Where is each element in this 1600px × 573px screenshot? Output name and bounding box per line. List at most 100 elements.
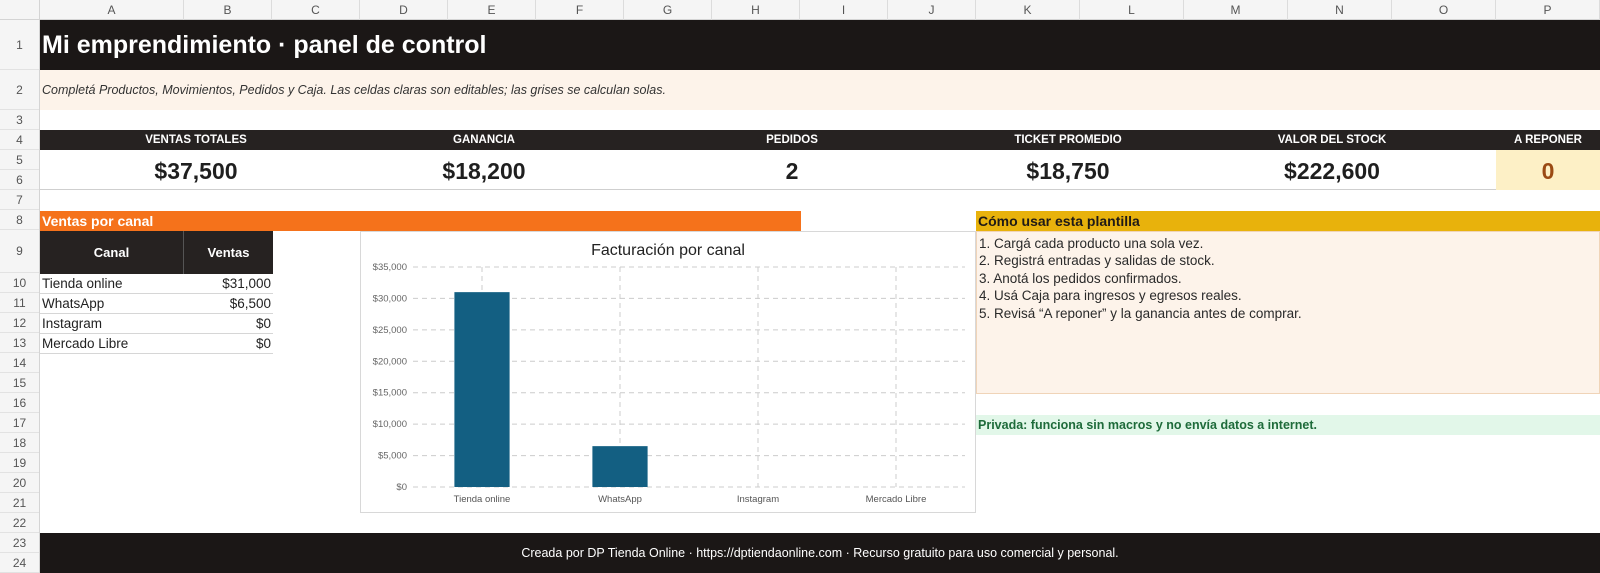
y-tick-label: $35,000 (373, 262, 407, 273)
row-header-3[interactable]: 3 (0, 110, 39, 130)
row-header-15[interactable]: 15 (0, 373, 39, 393)
row-header-4[interactable]: 4 (0, 130, 39, 150)
row-header-21[interactable]: 21 (0, 493, 39, 513)
dashboard-title[interactable]: Mi emprendimiento · panel de control (40, 20, 1600, 70)
como-usar-steps[interactable]: 1. Cargá cada producto una sola vez. 2. … (976, 231, 1600, 394)
column-header-d[interactable]: D (360, 0, 448, 20)
kpi-value-ticket-promedio[interactable]: $18,750 (968, 150, 1168, 190)
row-header-1[interactable]: 1 (0, 20, 39, 70)
facturacion-chart[interactable]: Facturación por canal $0 $5,000 $10,000 $15,… (360, 231, 976, 513)
row-header-bar: 1 2 3 4 5 6 7 8 9 10 11 12 13 14 15 16 17 18 19 20 21 22 23 24 (0, 20, 40, 573)
row-header-20[interactable]: 20 (0, 473, 39, 493)
column-header-h[interactable]: H (712, 0, 800, 20)
column-header-n[interactable]: N (1288, 0, 1392, 20)
step-item: 3. Anotá los pedidos confirmados. (979, 270, 1182, 286)
kpi-label-valor-stock[interactable]: VALOR DEL STOCK (1168, 130, 1496, 150)
canal-ventas[interactable]: $31,000 (222, 274, 271, 294)
column-header-i[interactable]: I (800, 0, 888, 20)
kpi-label-a-reponer[interactable]: A REPONER (1496, 130, 1600, 150)
step-item: 4. Usá Caja para ingresos y egresos real… (979, 288, 1242, 304)
footer-credit[interactable]: Creada por DP Tienda Online · https://dp… (40, 533, 1600, 573)
y-tick-label: $10,000 (373, 419, 407, 430)
row-header-11[interactable]: 11 (0, 293, 39, 313)
canal-name[interactable]: Mercado Libre (42, 334, 128, 354)
step-item: 1. Cargá cada producto una sola vez. (979, 236, 1204, 251)
privacy-note[interactable]: Privada: funciona sin macros y no envía … (976, 415, 1600, 435)
column-header-e[interactable]: E (448, 0, 536, 20)
kpi-label-ventas-totales[interactable]: VENTAS TOTALES (40, 130, 352, 150)
chart-canvas: Facturación por canal $0 $5,000 $10,000 $15,… (373, 242, 965, 505)
x-tick-label: Mercado Libre (866, 494, 927, 505)
column-header-bar: ABCDEFGHIJKLMNOP (40, 0, 1600, 20)
kpi-label-ganancia[interactable]: GANANCIA (352, 130, 616, 150)
ventas-table-header: Canal Ventas (40, 231, 273, 274)
kpi-label-ticket-promedio[interactable]: TICKET PROMEDIO (968, 130, 1168, 150)
y-tick-label: $30,000 (373, 293, 407, 304)
kpi-header-row: VENTAS TOTALES GANANCIA PEDIDOS TICKET P… (40, 130, 1600, 150)
row-header-12[interactable]: 12 (0, 313, 39, 333)
y-tick-label: $20,000 (373, 356, 407, 367)
x-tick-label: WhatsApp (598, 494, 642, 505)
kpi-value-pedidos[interactable]: 2 (616, 150, 968, 190)
kpi-value-a-reponer[interactable]: 0 (1496, 150, 1600, 190)
canal-ventas[interactable]: $6,500 (230, 294, 271, 314)
header-canal[interactable]: Canal (40, 231, 184, 274)
canal-name[interactable]: Instagram (42, 314, 102, 334)
canal-ventas[interactable]: $0 (256, 314, 271, 334)
table-row: Tienda online $31,000 (40, 274, 273, 294)
step-item: 5. Revisá “A reponer” y la ganancia ante… (979, 305, 1302, 321)
select-all-corner[interactable] (0, 0, 40, 20)
row-header-22[interactable]: 22 (0, 513, 39, 533)
x-tick-label: Tienda online (454, 494, 511, 505)
bar-1 (592, 446, 648, 487)
canal-name[interactable]: WhatsApp (42, 294, 104, 314)
column-header-c[interactable]: C (272, 0, 360, 20)
column-header-l[interactable]: L (1080, 0, 1184, 20)
table-row: Mercado Libre $0 (40, 334, 273, 354)
column-header-a[interactable]: A (40, 0, 184, 20)
y-tick-label: $0 (396, 482, 407, 493)
column-header-p[interactable]: P (1496, 0, 1600, 20)
kpi-value-ganancia[interactable]: $18,200 (352, 150, 616, 190)
kpi-label-pedidos[interactable]: PEDIDOS (616, 130, 968, 150)
row-header-2[interactable]: 2 (0, 70, 39, 110)
spreadsheet: ABCDEFGHIJKLMNOP 1 2 3 4 5 6 7 8 9 10 11 12 13 14 15 16… (0, 0, 1600, 573)
row-header-24[interactable]: 24 (0, 553, 39, 573)
column-header-f[interactable]: F (536, 0, 624, 20)
kpi-value-ventas-totales[interactable]: $37,500 (40, 150, 352, 190)
row-header-17[interactable]: 17 (0, 413, 39, 433)
row-header-5[interactable]: 5 (0, 150, 39, 170)
step-item: 2. Registrá entradas y salidas de stock. (979, 253, 1215, 269)
column-header-g[interactable]: G (624, 0, 712, 20)
row-header-23[interactable]: 23 (0, 533, 39, 553)
row-header-10[interactable]: 10 (0, 273, 39, 293)
bar-0 (454, 292, 510, 487)
x-tick-label: Instagram (737, 494, 779, 505)
column-header-k[interactable]: K (976, 0, 1080, 20)
row-header-14[interactable]: 14 (0, 353, 39, 373)
column-header-o[interactable]: O (1392, 0, 1496, 20)
canal-name[interactable]: Tienda online (42, 274, 123, 294)
kpi-value-valor-stock[interactable]: $222,600 (1168, 150, 1496, 190)
canal-ventas[interactable]: $0 (256, 334, 271, 354)
row-header-7[interactable]: 7 (0, 190, 39, 210)
row-header-18[interactable]: 18 (0, 433, 39, 453)
column-header-m[interactable]: M (1184, 0, 1288, 20)
table-row: WhatsApp $6,500 (40, 294, 273, 314)
row-header-19[interactable]: 19 (0, 453, 39, 473)
column-header-j[interactable]: J (888, 0, 976, 20)
y-tick-label: $5,000 (378, 451, 407, 462)
dashboard-instructions[interactable]: Completá Productos, Movimientos, Pedidos… (40, 70, 1600, 110)
chart-title: Facturación por canal (591, 242, 745, 259)
como-usar-title[interactable]: Cómo usar esta plantilla (976, 211, 1600, 231)
ventas-section-title[interactable]: Ventas por canal (40, 211, 801, 231)
header-ventas[interactable]: Ventas (184, 231, 273, 274)
row-header-13[interactable]: 13 (0, 333, 39, 353)
row-header-16[interactable]: 16 (0, 393, 39, 413)
row-header-6[interactable]: 6 (0, 170, 39, 190)
y-tick-label: $25,000 (373, 325, 407, 336)
row-header-9[interactable]: 9 (0, 230, 39, 273)
table-row: Instagram $0 (40, 314, 273, 334)
row-header-8[interactable]: 8 (0, 210, 39, 230)
column-header-b[interactable]: B (184, 0, 272, 20)
